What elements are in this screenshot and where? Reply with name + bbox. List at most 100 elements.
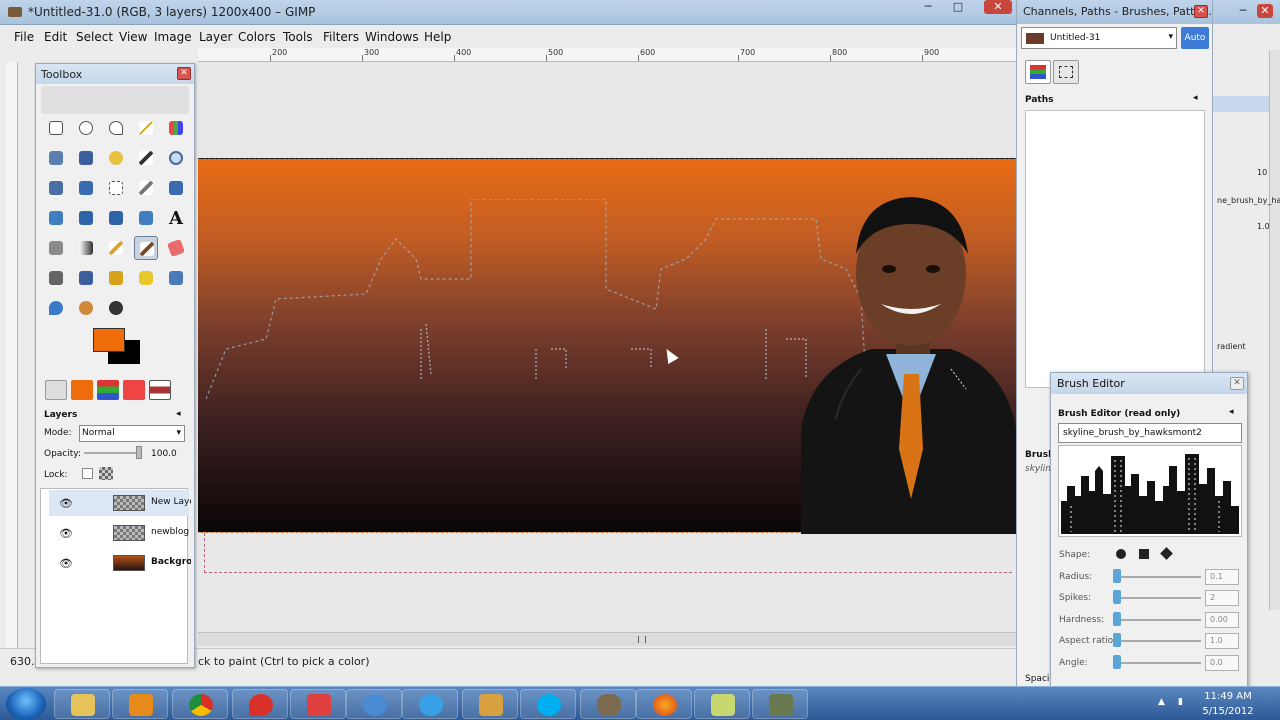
- flip-tool[interactable]: [134, 206, 158, 230]
- brush-editor-menu-icon[interactable]: ◂: [1229, 407, 1234, 417]
- image-selector[interactable]: Untitled-31 ▾: [1021, 27, 1177, 49]
- menu-windows[interactable]: Windows: [365, 30, 419, 44]
- menu-help[interactable]: Help: [424, 30, 451, 44]
- layer-row[interactable]: 👁 New Laye: [49, 490, 191, 516]
- value-field-2[interactable]: 1.0: [1257, 222, 1270, 231]
- radius-value[interactable]: 0.1: [1205, 569, 1239, 585]
- dock-close-button[interactable]: ✕: [1194, 5, 1208, 18]
- foreground-select-tool[interactable]: [74, 146, 98, 170]
- square-shape-button[interactable]: [1139, 549, 1149, 559]
- internet-explorer-taskbar-button[interactable]: [402, 689, 458, 719]
- circle-shape-button[interactable]: [1116, 549, 1126, 559]
- layers-tab-icon[interactable]: [1025, 60, 1051, 84]
- horizontal-scrollbar[interactable]: [198, 632, 1016, 646]
- gimp-taskbar-button[interactable]: [580, 689, 636, 719]
- media-player-taskbar-button[interactable]: [112, 689, 168, 719]
- close-button[interactable]: ✕: [1257, 4, 1273, 18]
- spikes-slider[interactable]: [1113, 590, 1121, 604]
- paths-panel-menu-icon[interactable]: ◂: [1193, 93, 1198, 103]
- explorer-taskbar-button[interactable]: [54, 689, 110, 719]
- shear-tool[interactable]: [74, 206, 98, 230]
- radius-track[interactable]: [1117, 576, 1201, 578]
- skype-taskbar-button[interactable]: [520, 689, 576, 719]
- move-tool[interactable]: [74, 176, 98, 200]
- eye-icon[interactable]: 👁: [59, 557, 73, 570]
- blend-tool[interactable]: [74, 236, 98, 260]
- dock-titlebar[interactable]: Channels, Paths - Brushes, Patter... ✕: [1017, 0, 1215, 24]
- paths-tab-icon[interactable]: [1053, 60, 1079, 84]
- eye-icon[interactable]: 👁: [59, 497, 73, 510]
- angle-track[interactable]: [1117, 662, 1201, 664]
- diamond-shape-button[interactable]: [1160, 547, 1173, 560]
- crop-tool[interactable]: [134, 176, 158, 200]
- opacity-slider[interactable]: [84, 446, 144, 460]
- window-titlebar[interactable]: *Untitled-31.0 (RGB, 3 layers) 1200x400 …: [0, 0, 1016, 25]
- minimize-button[interactable]: ─: [1235, 4, 1251, 18]
- select-by-color-tool[interactable]: [164, 116, 188, 140]
- aspect-ratio-value[interactable]: 1.0: [1205, 633, 1239, 649]
- chrome-taskbar-button[interactable]: [172, 689, 228, 719]
- banner-image[interactable]: [198, 158, 1016, 534]
- layer-row[interactable]: 👁 newblog: [49, 520, 189, 546]
- auto-button[interactable]: Auto: [1181, 27, 1209, 49]
- zoom-tool[interactable]: [164, 146, 188, 170]
- network-icon[interactable]: ▮: [1178, 697, 1190, 709]
- brush-name-field[interactable]: skyline_brush_by_hawksmont2: [1058, 423, 1242, 443]
- radius-slider[interactable]: [1113, 569, 1121, 583]
- clone-tool[interactable]: [104, 266, 128, 290]
- app-taskbar-button[interactable]: [290, 689, 346, 719]
- free-select-tool[interactable]: [104, 116, 128, 140]
- hardness-slider[interactable]: [1113, 612, 1121, 626]
- dodge-burn-tool[interactable]: [104, 296, 128, 320]
- angle-value[interactable]: 0.0: [1205, 655, 1239, 671]
- horizontal-ruler[interactable]: 200 300 400 500 600 700 800 900: [198, 48, 1016, 62]
- ink-tool[interactable]: [74, 266, 98, 290]
- paintbrush-tool[interactable]: [134, 236, 158, 260]
- measure-tool[interactable]: [44, 176, 68, 200]
- smudge-tool[interactable]: [74, 296, 98, 320]
- minimize-button[interactable]: ─: [920, 0, 936, 14]
- airbrush-tool[interactable]: [44, 266, 68, 290]
- taskbar-clock[interactable]: 11:49 AM 5/15/2012: [1198, 689, 1258, 719]
- blur-sharpen-tool[interactable]: [44, 296, 68, 320]
- notes-taskbar-button[interactable]: [694, 689, 750, 719]
- tray-arrow-icon[interactable]: ▲: [1158, 697, 1170, 709]
- bucket-fill-tool[interactable]: [44, 236, 68, 260]
- scissors-select-tool[interactable]: [44, 146, 68, 170]
- text-tool[interactable]: A: [164, 206, 188, 230]
- fuzzy-select-tool[interactable]: [134, 116, 158, 140]
- align-tool[interactable]: [104, 176, 128, 200]
- eraser-tool[interactable]: [164, 236, 188, 260]
- menu-select[interactable]: Select: [76, 30, 113, 44]
- vertical-scrollbar[interactable]: [1269, 50, 1280, 610]
- aspect-ratio-slider[interactable]: [1113, 633, 1121, 647]
- undo-history-tab[interactable]: [123, 380, 145, 400]
- device-status-tab[interactable]: [71, 380, 93, 400]
- angle-slider[interactable]: [1113, 655, 1121, 669]
- layers-panel-menu-icon[interactable]: ◂: [176, 409, 181, 419]
- brush-editor-titlebar[interactable]: Brush Editor ✕: [1051, 373, 1247, 394]
- maximize-button[interactable]: □: [950, 0, 966, 14]
- paths-list[interactable]: [1025, 110, 1205, 388]
- menu-edit[interactable]: Edit: [44, 30, 67, 44]
- images-tab[interactable]: [149, 380, 171, 400]
- hardness-value[interactable]: 0.00: [1205, 612, 1239, 628]
- perspective-tool[interactable]: [104, 206, 128, 230]
- heal-tool[interactable]: [134, 266, 158, 290]
- mode-select[interactable]: Normal ▾: [79, 425, 185, 442]
- rotate-tool[interactable]: [164, 176, 188, 200]
- rect-select-tool[interactable]: [44, 116, 68, 140]
- close-button[interactable]: ✕: [984, 0, 1012, 14]
- menu-filters[interactable]: Filters: [323, 30, 359, 44]
- layers-tab[interactable]: [97, 380, 119, 400]
- toolbox-titlebar[interactable]: Toolbox ✕: [36, 64, 194, 84]
- menu-colors[interactable]: Colors: [238, 30, 276, 44]
- ellipse-select-tool[interactable]: [74, 116, 98, 140]
- spikes-value[interactable]: 2: [1205, 590, 1239, 606]
- pencil-tool[interactable]: [104, 236, 128, 260]
- layer-row[interactable]: 👁 Backgrou: [49, 550, 191, 576]
- camera-app-taskbar-button[interactable]: [346, 689, 402, 719]
- opacity-value[interactable]: 100.0: [151, 449, 177, 459]
- app-taskbar-button[interactable]: [752, 689, 808, 719]
- image-canvas[interactable]: [198, 62, 1016, 632]
